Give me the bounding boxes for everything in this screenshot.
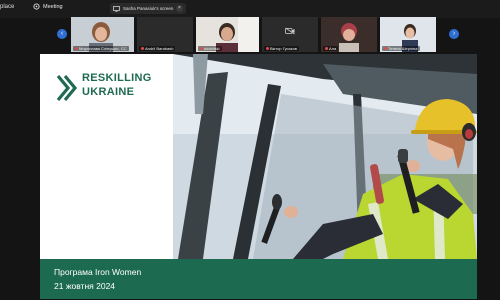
mic-muted-icon [141, 47, 144, 51]
slide-brand-panel: RESKILLING UKRAINE [40, 54, 173, 259]
mic-muted-icon [200, 47, 203, 51]
slide-photo-crane-operator [173, 54, 477, 259]
participant-name: ukolofski [198, 46, 222, 51]
strip-next-button[interactable]: › [449, 29, 459, 39]
participant-tile[interactable]: Andrii Barabash [137, 17, 193, 52]
mic-muted-icon [75, 47, 78, 51]
close-icon[interactable]: × [176, 5, 183, 12]
participant-name: Віктор Гусаков [264, 46, 299, 51]
program-title: Програма Iron Women [54, 267, 142, 277]
meeting-icon [33, 3, 40, 10]
screen-share-icon [113, 5, 120, 12]
meeting-topbar: place Meeting Sasha Panasiuk's screen × [0, 0, 500, 18]
mic-muted-icon [266, 47, 269, 51]
reskilling-ukraine-logo [56, 74, 78, 102]
mic-muted-icon [384, 47, 387, 51]
participant-name: Мирослава Сліпушко, СС [73, 46, 129, 51]
participant-tile[interactable]: ukolofski [196, 17, 259, 52]
shared-screen-slide: RESKILLING UKRAINE Програма Iron Women 2… [40, 54, 477, 299]
strip-prev-button[interactable]: ‹ [57, 29, 67, 39]
workspace-label: place [0, 4, 15, 10]
participant-name: Andrii Barabash [139, 46, 176, 51]
brand-line-2: UKRAINE [82, 86, 135, 98]
participant-tile[interactable]: Мирослава Сліпушко, СС [71, 17, 134, 52]
participant-name: Тетяна Шерліна [382, 46, 420, 51]
program-date: 21 жовтня 2024 [54, 281, 116, 291]
participant-tile[interactable]: Віктор Гусаков [262, 17, 318, 52]
participant-tile[interactable]: Ала [321, 17, 377, 52]
mic-muted-icon [325, 47, 328, 51]
participant-tile[interactable]: Тетяна Шерліна [380, 17, 436, 52]
screen-share-indicator[interactable]: Sasha Panasiuk's screen × [110, 3, 186, 14]
slide-footer: Програма Iron Women 21 жовтня 2024 [40, 259, 477, 299]
share-label: Sasha Panasiuk's screen [123, 6, 174, 11]
camera-off-icon [285, 27, 295, 35]
brand-line-1: RESKILLING [82, 72, 152, 84]
meeting-label: Meeting [43, 3, 63, 10]
meeting-chip[interactable]: Meeting [33, 3, 63, 10]
participant-name: Ала [323, 46, 339, 51]
